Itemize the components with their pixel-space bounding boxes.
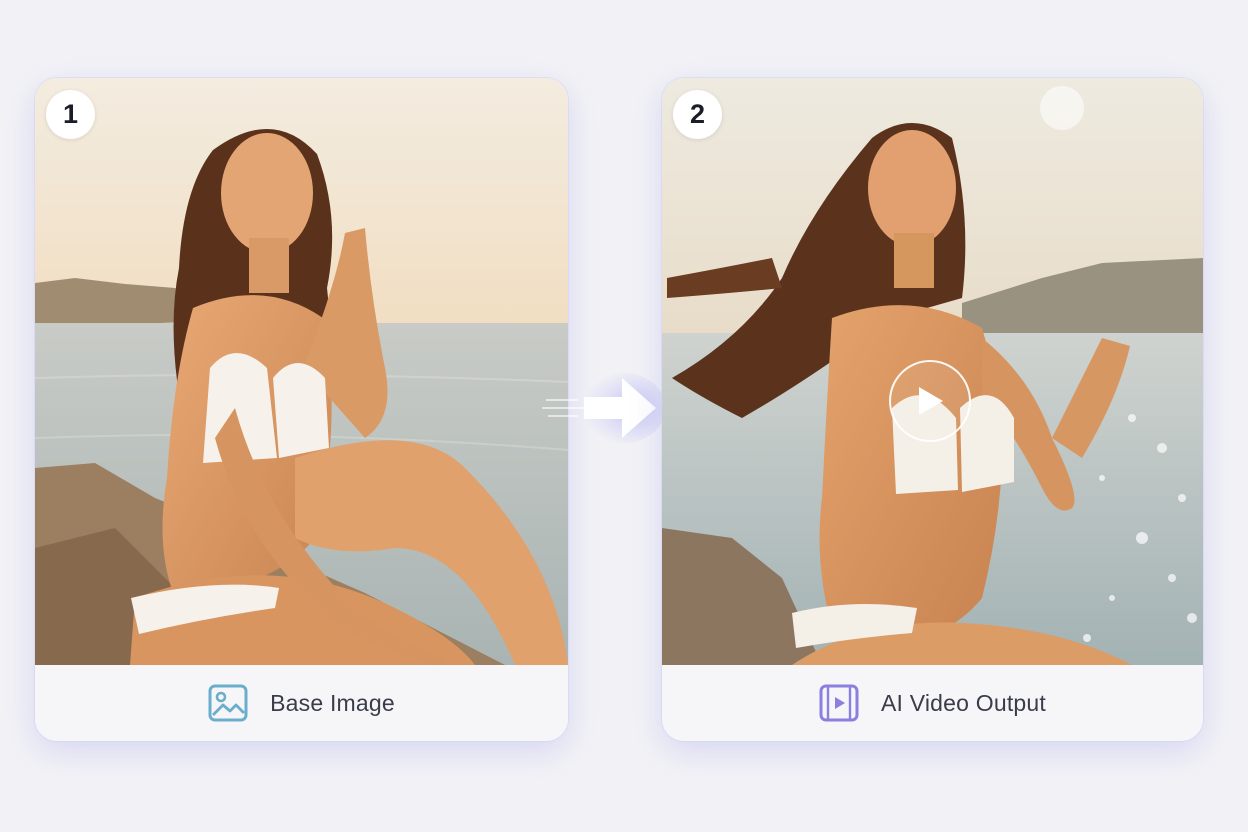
base-image-card: 1 Base Image [35,78,568,741]
ai-video-output-footer: AI Video Output [662,665,1203,741]
play-icon [915,384,945,418]
video-icon [819,684,859,722]
step-number-badge: 2 [673,90,722,139]
base-image-label: Base Image [270,689,395,716]
base-image-photo [35,78,568,665]
ai-video-output-card: 2 AI Video Output [662,78,1203,741]
base-image-footer: Base Image [35,665,568,741]
step-number-badge: 1 [46,90,95,139]
ai-video-output-label: AI Video Output [881,689,1046,716]
image-icon [208,684,248,722]
play-button[interactable] [889,360,971,442]
arrow-right-icon [538,370,666,446]
